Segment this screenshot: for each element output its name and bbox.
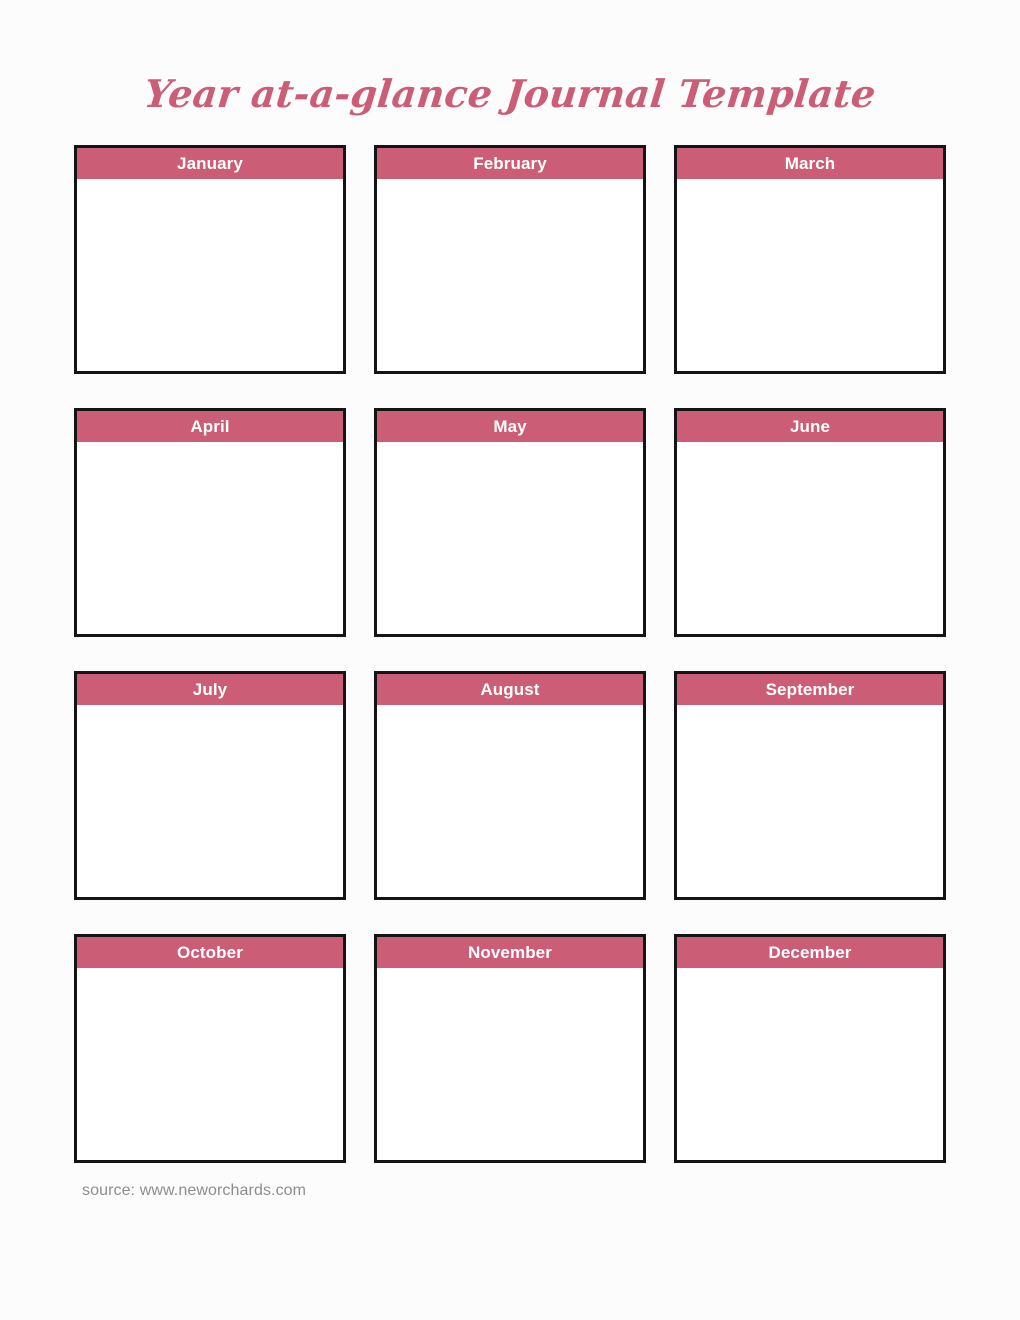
month-notes-area-january[interactable] <box>77 179 343 371</box>
month-notes-area-august[interactable] <box>377 705 643 897</box>
month-header-march: March <box>677 148 943 179</box>
month-header-november: November <box>377 937 643 968</box>
month-header-may: May <box>377 411 643 442</box>
month-header-june: June <box>677 411 943 442</box>
month-notes-area-june[interactable] <box>677 442 943 634</box>
month-notes-area-may[interactable] <box>377 442 643 634</box>
month-header-august: August <box>377 674 643 705</box>
month-header-december: December <box>677 937 943 968</box>
month-card-january[interactable]: January <box>74 145 346 374</box>
source-attribution: source: www.neworchards.com <box>82 1182 307 1199</box>
month-card-november[interactable]: November <box>374 934 646 1163</box>
month-notes-area-october[interactable] <box>77 968 343 1160</box>
month-card-february[interactable]: February <box>374 145 646 374</box>
month-notes-area-march[interactable] <box>677 179 943 371</box>
month-notes-area-december[interactable] <box>677 968 943 1160</box>
month-header-october: October <box>77 937 343 968</box>
month-card-december[interactable]: December <box>674 934 946 1163</box>
month-card-june[interactable]: June <box>674 408 946 637</box>
month-header-september: September <box>677 674 943 705</box>
month-card-may[interactable]: May <box>374 408 646 637</box>
month-header-february: February <box>377 148 643 179</box>
month-notes-area-february[interactable] <box>377 179 643 371</box>
page-title: Year at-a-glance Journal Template <box>142 71 878 116</box>
month-header-july: July <box>77 674 343 705</box>
month-card-october[interactable]: October <box>74 934 346 1163</box>
journal-template-page: Year at-a-glance Journal Template Januar… <box>0 0 1020 1320</box>
month-notes-area-april[interactable] <box>77 442 343 634</box>
month-grid: January February March April May June Ju… <box>74 145 946 1163</box>
month-notes-area-september[interactable] <box>677 705 943 897</box>
month-card-september[interactable]: September <box>674 671 946 900</box>
month-card-july[interactable]: July <box>74 671 346 900</box>
month-card-march[interactable]: March <box>674 145 946 374</box>
month-card-april[interactable]: April <box>74 408 346 637</box>
month-notes-area-november[interactable] <box>377 968 643 1160</box>
month-header-april: April <box>77 411 343 442</box>
month-card-august[interactable]: August <box>374 671 646 900</box>
month-notes-area-july[interactable] <box>77 705 343 897</box>
month-header-january: January <box>77 148 343 179</box>
